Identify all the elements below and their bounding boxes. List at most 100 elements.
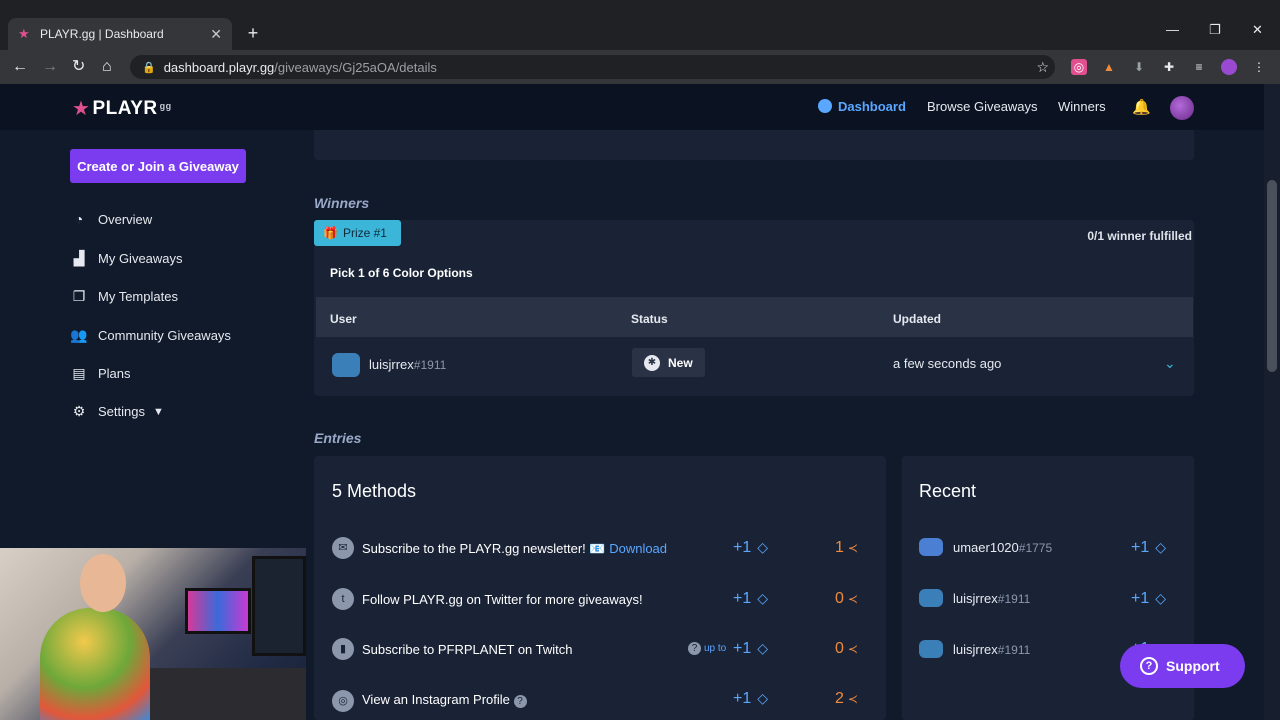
bookmark-star-icon[interactable]: ☆ [1036, 59, 1049, 76]
logo-text: PLAYR [92, 97, 158, 119]
sidebar-item-my-templates[interactable]: ❐ My Templates [70, 288, 178, 305]
metamask-icon[interactable]: ▲ [1101, 59, 1117, 75]
gifts-icon: ▟ [73, 250, 85, 266]
create-or-join-giveaway-button[interactable]: Create or Join a Giveaway [70, 149, 246, 183]
compass-icon [818, 99, 832, 113]
recent-entry[interactable]: luisjrrex#1911 [953, 591, 1030, 606]
method-points: +1 ◇ [733, 539, 768, 557]
recent-discriminator: #1911 [997, 643, 1031, 657]
details-card-bottom [314, 130, 1194, 160]
close-tab-icon[interactable]: ✕ [210, 26, 222, 43]
method-points: +1 ◇ [733, 690, 768, 708]
window-close-icon[interactable]: ✕ [1252, 22, 1263, 38]
prize-badge: 🎁 Prize #1 [314, 220, 401, 246]
ticket-icon: ◇ [757, 690, 769, 706]
users-icon: 👥 [70, 327, 88, 343]
twitch-icon: ▮ [332, 638, 354, 660]
profile-avatar-icon[interactable] [1221, 59, 1237, 75]
nav-dashboard[interactable]: Dashboard [818, 99, 906, 114]
sidebar-item-community-giveaways[interactable]: 👥 Community Giveaways [70, 327, 231, 344]
recent-entry[interactable]: luisjrrex#1911 [953, 642, 1030, 657]
gear-icon: ⚙ [72, 403, 86, 419]
method-newsletter[interactable]: Subscribe to the PLAYR.gg newsletter! 📧 … [362, 541, 667, 557]
playr-favicon-icon: ★ [18, 26, 30, 41]
status-badge: ✱ New [632, 348, 705, 377]
browser-menu-icon[interactable]: ⋮ [1251, 59, 1267, 75]
sidebar-item-label: Overview [98, 211, 153, 227]
up-to-label: up to [704, 643, 727, 654]
nav-winners[interactable]: Winners [1058, 99, 1106, 114]
browser-tab-title: PLAYR.gg | Dashboard [40, 27, 164, 41]
method-count: 0 ≺ [835, 590, 858, 608]
share-icon: ≺ [847, 592, 858, 606]
browser-toolbar: ← → ↻ ⌂ 🔒 dashboard.playr.gg/giveaways/G… [0, 50, 1280, 84]
status-label: New [668, 355, 693, 370]
extension-icon[interactable]: ◎ [1071, 59, 1087, 75]
winner-updated: a few seconds ago [893, 356, 1002, 371]
method-twitter[interactable]: Follow PLAYR.gg on Twitter for more give… [362, 592, 643, 607]
support-button[interactable]: ? Support [1120, 644, 1245, 688]
twitter-icon: t [332, 588, 354, 610]
method-count: 2 ≺ [835, 690, 858, 708]
sidebar-item-label: My Templates [98, 289, 178, 304]
help-icon[interactable]: ? [513, 695, 527, 708]
expand-row-chevron-icon[interactable]: ⌄ [1164, 355, 1176, 372]
sidebar-item-plans[interactable]: ▤ Plans [70, 365, 131, 382]
nav-browse-giveaways[interactable]: Browse Giveaways [927, 99, 1038, 114]
back-icon[interactable]: ← [12, 58, 28, 76]
share-icon: ≺ [847, 642, 858, 656]
points-value: +1 [733, 590, 752, 607]
sidebar-item-overview[interactable]: ◔ Overview [70, 211, 152, 227]
lock-icon: 🔒 [142, 61, 156, 74]
address-bar[interactable]: 🔒 dashboard.playr.gg/giveaways/Gj25aOA/d… [130, 55, 1055, 79]
sidebar-item-label: Plans [98, 366, 131, 381]
reload-icon[interactable]: ↻ [72, 58, 85, 76]
ticket-icon: ◇ [1155, 539, 1167, 555]
forward-icon[interactable]: → [42, 58, 58, 76]
winner-discriminator: #1911 [413, 358, 447, 372]
method-instagram[interactable]: View an Instagram Profile ? [362, 692, 530, 708]
extensions-puzzle-icon[interactable]: ✚ [1161, 59, 1177, 75]
webcam-person-head [80, 554, 126, 612]
webcam-person [40, 608, 150, 720]
method-points: +1 ◇ [733, 590, 768, 608]
winner-fulfilled-status: 0/1 winner fulfilled [1087, 229, 1192, 243]
notifications-bell-icon[interactable]: 🔔 [1132, 98, 1151, 116]
page-scrollbar-thumb[interactable] [1267, 180, 1277, 372]
help-icon[interactable]: ? [688, 642, 701, 655]
points-value: +1 [733, 640, 752, 657]
sidebar-item-my-giveaways[interactable]: ▟ My Giveaways [70, 250, 183, 267]
user-avatar[interactable] [1170, 96, 1194, 120]
status-new-icon: ✱ [644, 354, 660, 371]
browser-tab[interactable]: ★ PLAYR.gg | Dashboard ✕ [8, 18, 232, 50]
recent-points: +1 ◇ [1131, 590, 1166, 608]
new-tab-icon[interactable]: + [244, 24, 262, 42]
points-value: +1 [733, 539, 752, 556]
support-label: Support [1166, 658, 1220, 674]
count-value: 2 [835, 690, 844, 707]
sidebar-item-label: Community Giveaways [98, 328, 231, 343]
mail-icon: ✉ [332, 537, 354, 559]
instagram-icon: ◎ [332, 690, 354, 712]
entries-section-title: Entries [314, 430, 362, 446]
home-icon[interactable]: ⌂ [102, 58, 112, 76]
column-updated: Updated [893, 312, 941, 326]
playr-star-icon: ★ [72, 98, 91, 120]
nav-dashboard-label: Dashboard [838, 99, 906, 114]
minimize-icon[interactable]: — [1166, 22, 1179, 37]
playr-logo[interactable]: ★ PLAYR gg [72, 96, 172, 121]
media-control-icon[interactable]: ≡ [1191, 59, 1207, 75]
column-status: Status [631, 312, 668, 326]
sidebar-item-settings[interactable]: ⚙ Settings ▼ [70, 403, 164, 420]
prize-label: Prize #1 [342, 226, 387, 240]
download-link[interactable]: Download [609, 541, 667, 556]
list-icon: ▤ [72, 365, 86, 381]
method-twitch[interactable]: Subscribe to PFRPLANET on Twitch [362, 642, 573, 657]
ticket-icon: ◇ [757, 590, 769, 606]
download-icon[interactable]: ⬇ [1131, 59, 1147, 75]
sidebar-item-label: My Giveaways [98, 251, 183, 266]
restore-icon[interactable]: ❐ [1209, 22, 1221, 38]
recent-entry[interactable]: umaer1020#1775 [953, 540, 1052, 555]
count-value: 0 [835, 640, 844, 657]
winner-user[interactable]: luisjrrex#1911 [369, 357, 446, 372]
